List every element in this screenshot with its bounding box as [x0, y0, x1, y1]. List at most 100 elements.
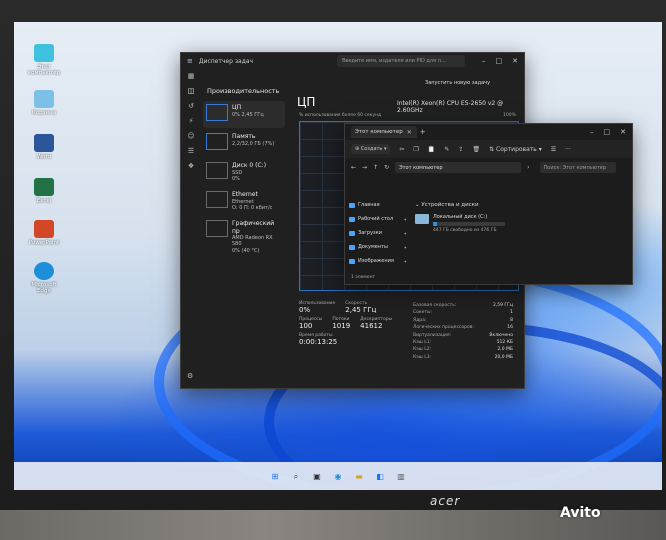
- explorer-tabbar: Этот компьютер ✕ + – □ ✕: [345, 124, 632, 140]
- taskbar: ⊞ ⌕ ▣ ◉ ▬ ◧ ▥: [14, 462, 662, 490]
- maximize-icon[interactable]: □: [604, 128, 611, 136]
- drive-free: 447 ГБ свободно из 476 ГБ: [433, 228, 497, 233]
- create-button[interactable]: ⊕ Создать ▾: [351, 144, 391, 154]
- perf-item-gpu[interactable]: Графический пр AMD Radeon RX 580 0% (40 °C…: [203, 217, 285, 254]
- monitor-logo: acer: [430, 494, 461, 508]
- recycle-bin-icon: [34, 90, 54, 108]
- powerpoint-icon: [34, 220, 54, 238]
- desktop-icon-excel[interactable]: Excel: [26, 178, 62, 204]
- store-icon[interactable]: ◧: [374, 470, 387, 483]
- close-icon[interactable]: ✕: [512, 57, 518, 65]
- command-bar: ⊕ Создать ▾ ✂ ❐ 📋 ✎ ⇪ 🗑 ⇅ Сортировать ▾ …: [345, 140, 632, 158]
- perf-item-ethernet[interactable]: Ethernet Ethernet О: 0 П: 0 кбит/с: [203, 188, 285, 215]
- app-history-icon[interactable]: ↺: [181, 99, 201, 114]
- startup-icon[interactable]: ⚡: [181, 114, 201, 129]
- cpu-stats: Использование 0% Скорость 2,45 ГГц Процесс…: [299, 301, 409, 349]
- processes-icon[interactable]: ▦: [181, 69, 201, 84]
- section-heading: Производительность: [207, 87, 280, 95]
- share-icon[interactable]: ⇪: [458, 146, 463, 153]
- sidebar-item-home[interactable]: Главная: [349, 198, 407, 212]
- address-bar[interactable]: Этот компьютер: [395, 161, 522, 173]
- download-icon: [349, 230, 355, 236]
- computer-icon: [34, 44, 54, 62]
- cpu-thumb: [206, 104, 228, 121]
- task-manager-icon[interactable]: ▥: [395, 470, 408, 483]
- window-title: Диспетчер задач: [198, 57, 254, 65]
- run-new-task-button[interactable]: Запустить новую задачу: [425, 80, 490, 86]
- sidebar-item-desktop[interactable]: Рабочий стол ✦: [349, 212, 407, 226]
- copy-icon[interactable]: ❐: [414, 146, 419, 153]
- services-icon[interactable]: ❖: [181, 159, 201, 174]
- desktop-icon-edge[interactable]: Microsoft Edge: [26, 262, 62, 294]
- view-icon[interactable]: ☰: [551, 146, 556, 153]
- graph-max: 100%: [503, 113, 516, 118]
- graph-label: % использования более 60 секунд: [299, 113, 382, 118]
- usage-value: 0%: [299, 306, 311, 314]
- details-icon[interactable]: ☰: [181, 144, 201, 159]
- processes-value: 100: [299, 322, 313, 330]
- gpu-thumb: [206, 220, 228, 237]
- menu-icon[interactable]: ≡: [187, 57, 193, 65]
- watermark: Avito: [560, 505, 601, 521]
- desktop-icon-powerpoint[interactable]: PowerPoint: [26, 220, 62, 246]
- new-tab-icon[interactable]: +: [420, 128, 426, 136]
- search-input[interactable]: Введите имя, издателя или PID для п...: [337, 55, 466, 67]
- sidebar-item-pictures[interactable]: Изображения ✦: [349, 254, 407, 268]
- sidebar-item-downloads[interactable]: Загрузки ✦: [349, 226, 407, 240]
- back-icon[interactable]: ←: [351, 164, 356, 171]
- sidebar-item-documents[interactable]: Документы ✦: [349, 240, 407, 254]
- perf-item-disk[interactable]: Диск 0 (C:) SSD 0%: [203, 159, 285, 186]
- edge-icon[interactable]: ◉: [332, 470, 345, 483]
- handles-value: 41612: [360, 322, 383, 330]
- drive-name: Локальный диск (C:): [433, 214, 488, 220]
- address-chevron-icon[interactable]: ›: [527, 164, 529, 171]
- cpu-title: ЦП: [297, 95, 316, 109]
- cpu-details: Базовая скорость: 2,59 ГГц Сокеты: 1 Ядра:…: [413, 303, 513, 360]
- rename-icon[interactable]: ✎: [444, 146, 449, 153]
- search-input[interactable]: Поиск: Этот компьютер: [539, 161, 616, 173]
- file-explorer-icon[interactable]: ▬: [353, 470, 366, 483]
- desktop-icon-this-pc[interactable]: Этот компьютер: [26, 44, 62, 76]
- edge-icon: [34, 262, 54, 280]
- cut-icon[interactable]: ✂: [399, 146, 404, 153]
- minimize-icon[interactable]: –: [590, 128, 594, 136]
- excel-icon: [34, 178, 54, 196]
- explorer-window: Этот компьютер ✕ + – □ ✕ ⊕ Создать ▾ ✂ ❐…: [344, 123, 633, 285]
- search-icon[interactable]: ⌕: [290, 470, 303, 483]
- forward-icon[interactable]: →: [362, 164, 367, 171]
- start-icon[interactable]: ⊞: [269, 470, 282, 483]
- maximize-icon[interactable]: □: [496, 57, 503, 65]
- delete-icon[interactable]: 🗑: [472, 146, 480, 153]
- ethernet-thumb: [206, 191, 228, 208]
- pin-icon: ✦: [403, 258, 407, 264]
- more-icon[interactable]: ···: [565, 146, 571, 153]
- uptime-value: 0:00:13:25: [299, 338, 338, 346]
- pin-icon: ✦: [403, 230, 407, 236]
- drive-item[interactable]: Локальный диск (C:) 447 ГБ свободно из 4…: [415, 214, 505, 233]
- desktop-icon-word[interactable]: Word: [26, 134, 62, 160]
- perf-item-memory[interactable]: Память 2,2/32,0 ГБ (7%): [203, 130, 285, 157]
- refresh-icon[interactable]: ↻: [384, 164, 389, 171]
- performance-icon[interactable]: ◫: [181, 84, 201, 99]
- perf-item-cpu[interactable]: ЦП 0% 2,45 ГГц: [203, 101, 285, 128]
- navigation-bar: ← → ↑ ↻ Этот компьютер › Поиск: Этот ком…: [345, 158, 632, 176]
- drive-icon: [415, 214, 429, 224]
- users-icon[interactable]: ☺: [181, 129, 201, 144]
- drive-usage-bar: [433, 222, 505, 226]
- cpu-model: Intel(R) Xeon(R) CPU E5-2650 v2 @ 2.60GH…: [397, 100, 504, 114]
- task-manager-titlebar: ≡ Диспетчер задач Введите имя, издателя …: [181, 53, 524, 69]
- close-tab-icon[interactable]: ✕: [407, 129, 412, 136]
- task-view-icon[interactable]: ▣: [311, 470, 324, 483]
- minimize-icon[interactable]: –: [482, 57, 486, 65]
- explorer-sidebar: Главная Рабочий стол ✦ Загрузки ✦ Документ…: [349, 198, 407, 268]
- desktop-icon-recycle-bin[interactable]: Корзина: [26, 90, 62, 116]
- up-icon[interactable]: ↑: [373, 164, 378, 171]
- screen: Этот компьютер Корзина Word Excel PowerP…: [14, 22, 662, 490]
- settings-icon[interactable]: ⚙: [187, 372, 193, 380]
- drive-usage-fill: [433, 222, 438, 226]
- group-header[interactable]: ⌄ Устройства и диски: [415, 202, 505, 208]
- sort-button[interactable]: ⇅ Сортировать ▾: [489, 146, 542, 153]
- pin-icon: ✦: [403, 244, 407, 250]
- close-icon[interactable]: ✕: [620, 128, 626, 136]
- paste-icon[interactable]: 📋: [428, 146, 435, 153]
